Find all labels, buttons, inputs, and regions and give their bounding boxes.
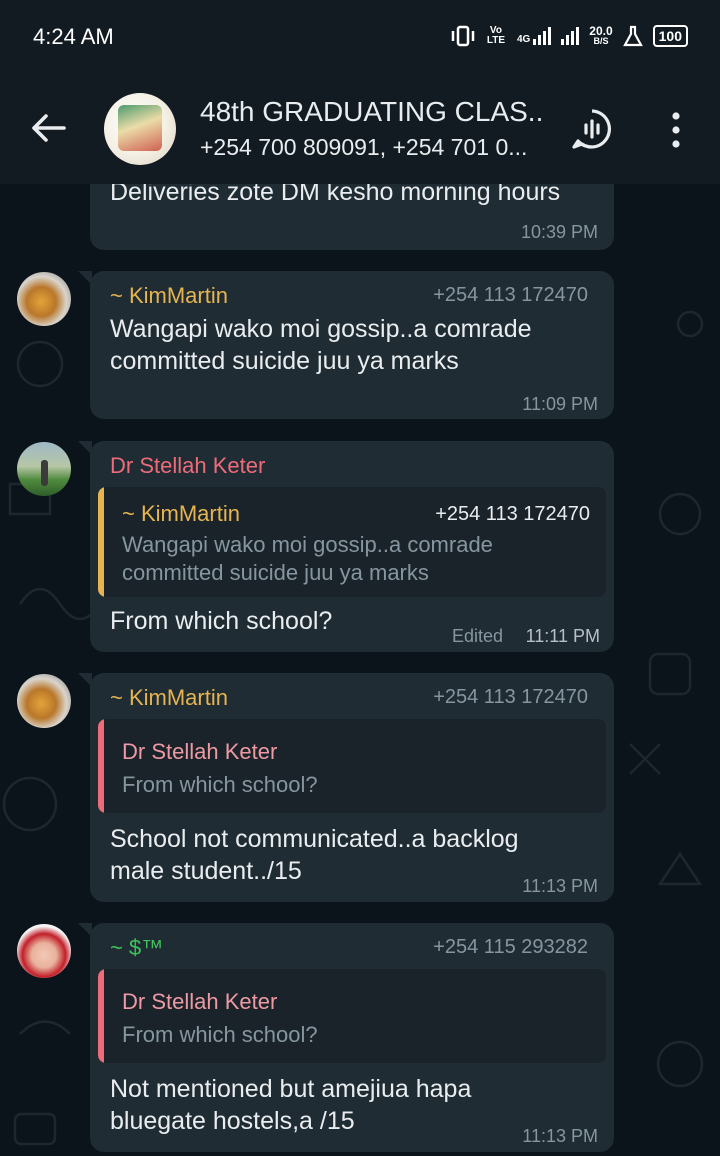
more-vert-icon[interactable] xyxy=(664,110,688,150)
message-text: Wangapi wako moi gossip..a comrade commi… xyxy=(110,315,532,375)
quote-bar xyxy=(98,969,104,1063)
quoted-message[interactable]: Dr Stellah Keter From which school? xyxy=(98,969,606,1063)
sender-name[interactable]: Dr Stellah Keter xyxy=(110,453,265,479)
quoted-phone: +254 113 172470 xyxy=(435,503,590,525)
status-bar: 4:24 AM Vo LTE 4G 20.0 B/S 100 xyxy=(0,0,720,72)
message-text: From which school? xyxy=(110,607,333,635)
message-time: 11:13 PM xyxy=(522,876,598,896)
quoted-text: From which school? xyxy=(122,772,318,797)
flask-icon xyxy=(622,25,643,47)
message-time: 11:11 PM xyxy=(525,626,600,646)
status-time: 4:24 AM xyxy=(33,24,114,49)
edited-label: Edited xyxy=(452,626,504,646)
avatar[interactable] xyxy=(17,442,71,496)
network-speed: 20.0 B/S xyxy=(589,24,613,46)
sender-phone: +254 113 172470 xyxy=(433,284,588,306)
quoted-text: Wangapi wako moi gossip..a comrade commi… xyxy=(122,532,493,585)
sender-phone: +254 115 293282 xyxy=(433,936,588,958)
volte-indicator: Vo LTE xyxy=(486,25,506,46)
message-bubble[interactable]: ~ KimMartin +254 113 172470 Wangapi wako… xyxy=(78,271,614,419)
quoted-sender: Dr Stellah Keter xyxy=(122,739,278,764)
avatar[interactable] xyxy=(17,674,71,728)
message-bubble[interactable]: ~ KimMartin +254 113 172470 Dr Stellah K… xyxy=(78,673,614,902)
vibrate-icon xyxy=(451,25,475,47)
sender-name[interactable]: ~ KimMartin xyxy=(110,283,228,309)
group-title[interactable]: 48th GRADUATING CLAS... xyxy=(200,96,545,128)
network-type: 4G xyxy=(516,34,531,45)
quoted-sender: ~ KimMartin xyxy=(122,501,240,526)
voice-chat-icon[interactable] xyxy=(570,108,614,150)
sender-phone: +254 113 172470 xyxy=(433,686,588,708)
message-time: 10:39 PM xyxy=(520,222,598,242)
sender-name[interactable]: ~ $™ xyxy=(110,935,163,961)
sender-name[interactable]: ~ KimMartin xyxy=(110,685,228,711)
quoted-message[interactable]: Dr Stellah Keter From which school? xyxy=(98,719,606,813)
chat-header: 48th GRADUATING CLAS... +254 700 809091,… xyxy=(0,72,720,184)
message-bubble[interactable]: Dr Stellah Keter ~ KimMartin +254 113 17… xyxy=(78,441,614,652)
message-text: School not communicated..a backlog male … xyxy=(110,825,519,885)
status-icons: Vo LTE 4G 20.0 B/S 100 xyxy=(451,22,688,50)
quoted-text: From which school? xyxy=(122,1022,318,1047)
quoted-message[interactable]: ~ KimMartin +254 113 172470 Wangapi wako… xyxy=(98,487,606,597)
message-bubble[interactable]: Deliveries zote DM kesho morning hours 1… xyxy=(90,184,614,250)
quote-bar xyxy=(98,719,104,813)
message-time: 11:09 PM xyxy=(522,394,598,414)
quote-bar xyxy=(98,487,104,597)
group-members[interactable]: +254 700 809091, +254 701 0... xyxy=(200,134,545,161)
quoted-sender: Dr Stellah Keter xyxy=(122,989,278,1014)
message-text: Not mentioned but amejiua hapa bluegate … xyxy=(110,1075,472,1135)
message-bubble[interactable]: ~ $™ +254 115 293282 Dr Stellah Keter Fr… xyxy=(78,923,614,1152)
message-time: 11:13 PM xyxy=(522,1126,598,1146)
avatar[interactable] xyxy=(17,924,71,978)
battery-icon: 100 xyxy=(652,25,688,47)
message-text: Deliveries zote DM kesho morning hours xyxy=(110,184,561,206)
group-avatar[interactable] xyxy=(104,93,176,165)
signal-2-icon xyxy=(561,27,580,45)
signal-1-icon: 4G xyxy=(516,27,552,45)
back-arrow-icon[interactable] xyxy=(26,108,70,148)
chat-area[interactable]: Deliveries zote DM kesho morning hours 1… xyxy=(0,184,720,1156)
avatar[interactable] xyxy=(17,272,71,326)
